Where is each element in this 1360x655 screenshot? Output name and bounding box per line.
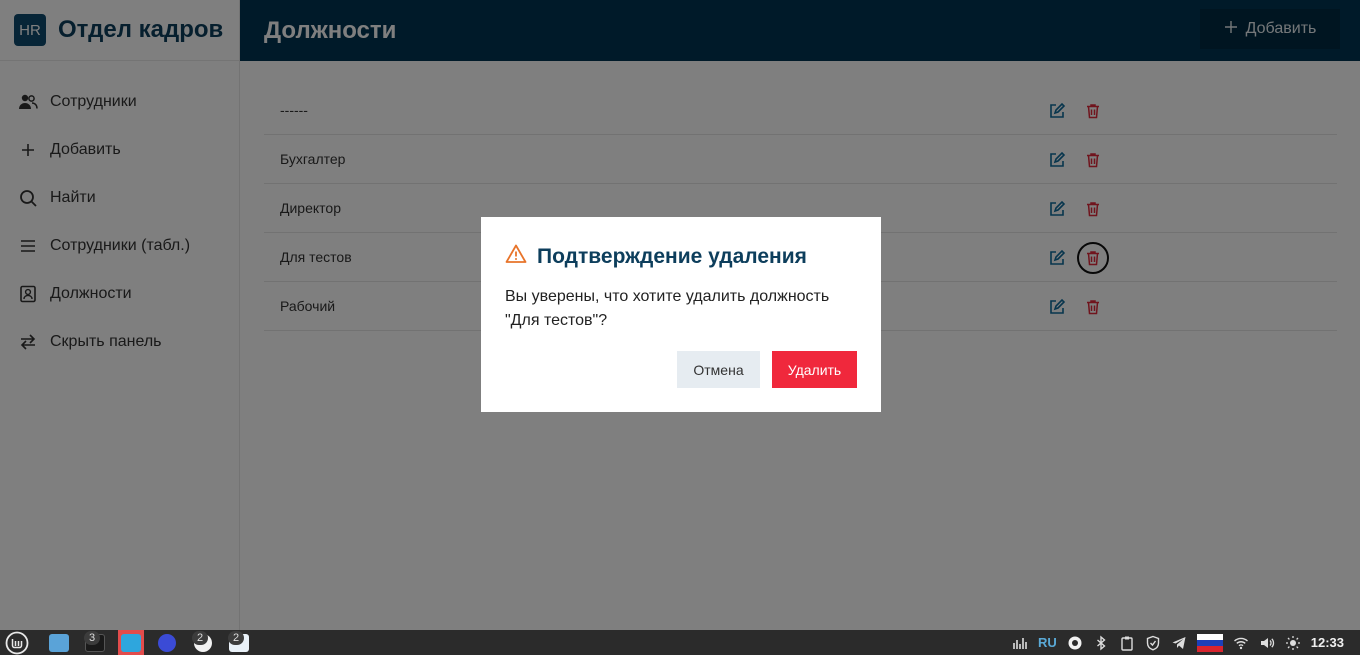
window-count-badge: 2 (192, 631, 208, 645)
mint-logo-icon (5, 631, 29, 654)
clipboard-icon[interactable] (1119, 635, 1135, 651)
taskbar-app-chat[interactable] (154, 630, 180, 655)
network-monitor-icon[interactable] (1012, 635, 1028, 651)
wifi-icon[interactable] (1233, 635, 1249, 651)
clock[interactable]: 12:33 (1311, 635, 1344, 650)
taskbar-app-editor[interactable]: 2 (226, 630, 252, 655)
keyboard-layout-indicator[interactable]: RU (1038, 635, 1057, 650)
folder-icon (49, 633, 69, 652)
russian-flag-icon[interactable] (1196, 633, 1223, 652)
confirm-delete-button[interactable]: Удалить (772, 351, 857, 388)
cancel-button[interactable]: Отмена (677, 351, 760, 388)
system-tray: RU 12:33 (1012, 630, 1360, 655)
brightness-icon[interactable] (1285, 635, 1301, 651)
warning-icon (505, 243, 527, 271)
telegram-icon (121, 633, 141, 652)
menu-button[interactable] (4, 630, 30, 655)
chat-tray-icon[interactable] (1067, 635, 1083, 651)
dialog-title: Подтверждение удаления (505, 243, 857, 271)
taskbar-app-telegram[interactable] (118, 630, 144, 655)
taskbar: 3 2 2 RU 12:33 (0, 630, 1360, 655)
shield-icon[interactable] (1145, 635, 1161, 651)
chat-icon (158, 633, 176, 652)
dialog-actions: Отмена Удалить (677, 351, 857, 388)
taskbar-app-files[interactable] (46, 630, 72, 655)
dialog-message: Вы уверены, что хотите удалить должность… (505, 288, 830, 329)
bluetooth-icon[interactable] (1093, 634, 1109, 651)
telegram-tray-icon[interactable] (1171, 635, 1187, 651)
taskbar-app-browser[interactable]: 2 (190, 630, 216, 655)
window-count-badge: 2 (228, 631, 244, 645)
window-count-badge: 3 (84, 631, 100, 645)
confirm-delete-dialog: Подтверждение удаления Вы уверены, что х… (481, 217, 881, 412)
taskbar-app-terminal[interactable]: 3 (82, 630, 108, 655)
dialog-title-text: Подтверждение удаления (537, 245, 807, 268)
volume-icon[interactable] (1259, 635, 1275, 651)
